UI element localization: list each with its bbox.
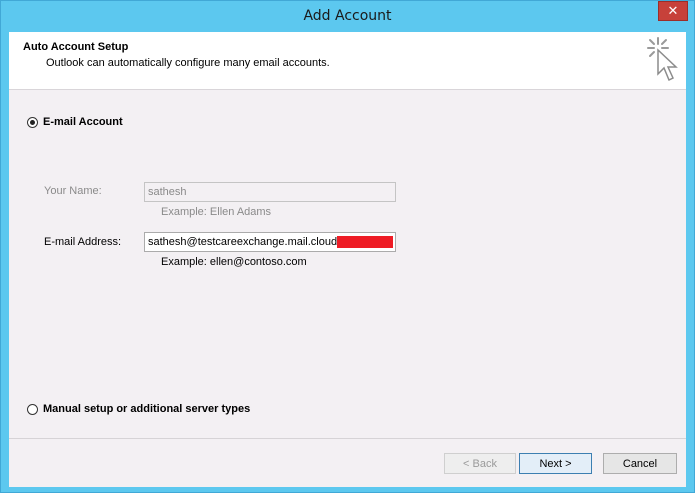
close-button[interactable]: ✕ [658, 1, 688, 21]
radio-selected-icon [27, 116, 38, 128]
next-button[interactable]: Next > [519, 453, 592, 474]
email-address-value: sathesh@testcareexchange.mail.cloud [148, 236, 338, 248]
header-subtitle: Outlook can automatically configure many… [46, 57, 330, 69]
close-icon: ✕ [667, 3, 679, 19]
redaction-mark [337, 236, 394, 249]
wizard-cursor-icon [647, 37, 678, 82]
email-address-label: E-mail Address: [44, 236, 122, 248]
manual-setup-radio[interactable]: Manual setup or additional server types [27, 403, 250, 415]
your-name-label: Your Name: [44, 185, 102, 197]
footer-divider [9, 438, 686, 439]
cancel-button[interactable]: Cancel [603, 453, 677, 474]
window-title: Add Account [303, 8, 392, 24]
your-name-example: Example: Ellen Adams [161, 206, 272, 218]
wizard-content: Auto Account Setup Outlook can automatic… [9, 32, 686, 487]
email-address-field[interactable]: sathesh@testcareexchange.mail.cloud [144, 232, 396, 252]
back-button[interactable]: < Back [444, 453, 516, 474]
manual-setup-label: Manual setup or additional server types [43, 403, 251, 415]
header-title: Auto Account Setup [23, 41, 129, 53]
email-address-example: Example: ellen@contoso.com [161, 256, 307, 268]
email-account-radio[interactable]: E-mail Account [27, 116, 123, 128]
your-name-field[interactable]: sathesh [144, 182, 396, 202]
add-account-window: Add Account ✕ Auto Account Setup Outlook… [0, 0, 695, 493]
wizard-header: Auto Account Setup Outlook can automatic… [9, 32, 686, 90]
radio-unselected-icon [27, 403, 38, 415]
email-account-label: E-mail Account [43, 116, 123, 128]
